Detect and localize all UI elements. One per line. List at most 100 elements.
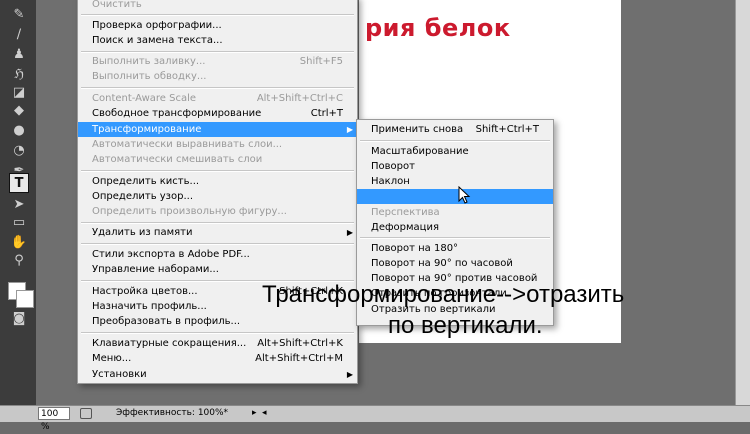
eraser-icon[interactable]: ◪ <box>9 82 29 102</box>
menu-separator <box>81 222 354 224</box>
edit-menu-item-4: Выполнить обводку... <box>78 69 357 84</box>
tools-panel: ✎ ∕ ♟ ℌ ◪ ◆ ● ◔ ✒ T ➤ ▭ ✋ ⚲ ◙ <box>0 0 37 405</box>
menu-item-label: Определить произвольную фигуру... <box>92 206 287 217</box>
menu-item-label: Выполнить заливку... <box>92 56 206 67</box>
menu-item-label: Выполнить обводку... <box>92 71 207 82</box>
menu-item-label: Наклон <box>371 176 410 187</box>
status-bar: 100 % Эффективность: 100%* ▸ ◂ <box>0 405 750 432</box>
caption-line-1: Трансформирование-->отразить <box>262 281 625 308</box>
menu-separator <box>81 87 354 89</box>
edit-menu-item-15[interactable]: Управление наборами... <box>78 262 357 277</box>
edit-menu-item-1[interactable]: Проверка орфографии... <box>78 18 357 33</box>
menu-item-label: Автоматически смешивать слои <box>92 154 263 165</box>
submenu-arrow-icon: ▶ <box>346 228 353 237</box>
edit-menu-item-12: Определить произвольную фигуру... <box>78 204 357 219</box>
background-color-swatch[interactable] <box>16 290 34 308</box>
menu-separator <box>81 51 354 53</box>
transform-submenu-item-5: Перспектива <box>357 205 553 220</box>
transform-submenu-item-4[interactable] <box>357 189 553 204</box>
scroll-left-icon[interactable]: ◂ <box>262 408 267 418</box>
edit-menu-item-21[interactable]: Установки ▶ <box>78 367 357 382</box>
edit-menu-item-19[interactable]: Клавиатурные сокращения... Alt+Shift+Ctrl… <box>78 336 357 351</box>
menu-item-label: Трансформирование <box>92 124 202 135</box>
canvas-title-text: рия белок <box>365 14 511 42</box>
shape-icon[interactable]: ▭ <box>9 212 29 232</box>
menu-item-shortcut: Ctrl+T <box>310 108 343 119</box>
menu-item-label: Поиск и замена текста... <box>92 35 223 46</box>
brush-icon[interactable]: ∕ <box>9 24 29 44</box>
transform-submenu-item-1[interactable]: Масштабирование <box>357 144 553 159</box>
menu-separator <box>81 170 354 172</box>
menu-item-label: Преобразовать в профиль... <box>92 316 241 327</box>
menu-item-label: Масштабирование <box>371 146 469 157</box>
history-brush-icon[interactable]: ℌ <box>9 64 29 84</box>
submenu-arrow-icon: ▶ <box>346 370 353 379</box>
quick-mask-icon[interactable]: ◙ <box>9 308 29 328</box>
menu-item-label: Поворот на 90° по часовой <box>371 258 513 269</box>
edit-menu-item-0: Очистить <box>78 0 357 12</box>
menu-separator <box>81 243 354 245</box>
menu-separator <box>81 332 354 334</box>
menu-item-label: Управление наборами... <box>92 264 219 275</box>
edit-menu-item-3: Выполнить заливку... Shift+F5 <box>78 54 357 69</box>
menu-item-label: Стили экспорта в Adobe PDF... <box>92 249 250 260</box>
type-icon[interactable]: T <box>9 173 29 193</box>
menu-item-shortcut: Shift+Ctrl+T <box>475 124 539 135</box>
edit-menu-item-14[interactable]: Стили экспорта в Adobe PDF... <box>78 247 357 262</box>
edit-menu-item-10[interactable]: Определить кисть... <box>78 174 357 189</box>
menu-item-label: Content-Aware Scale <box>92 93 197 104</box>
transform-submenu-item-6[interactable]: Деформация <box>357 220 553 235</box>
edit-menu-item-11[interactable]: Определить узор... <box>78 189 357 204</box>
transform-submenu-item-0[interactable]: Применить снова Shift+Ctrl+T <box>357 122 553 137</box>
mouse-cursor-icon <box>458 186 471 204</box>
menu-item-label: Установки <box>92 369 147 380</box>
menu-item-shortcut: Shift+F5 <box>299 56 343 67</box>
menu-separator <box>81 14 354 16</box>
menu-item-label: Клавиатурные сокращения... <box>92 338 247 349</box>
stamp-icon[interactable]: ♟ <box>9 44 29 64</box>
hand-icon[interactable]: ✋ <box>9 232 29 252</box>
menu-item-label: Поворот на 180° <box>371 243 459 254</box>
menu-item-label: Автоматически выравнивать слои... <box>92 139 283 150</box>
bucket-icon[interactable]: ◆ <box>9 100 29 120</box>
status-menu-arrow-icon[interactable]: ▸ <box>252 408 257 418</box>
menu-item-label: Перспектива <box>371 207 440 218</box>
menu-item-label: Настройка цветов... <box>92 286 198 297</box>
edit-menu-item-6[interactable]: Свободное трансформирование Ctrl+T <box>78 106 357 121</box>
dodge-icon[interactable]: ● <box>9 120 29 140</box>
edit-menu-item-20[interactable]: Меню... Alt+Shift+Ctrl+M <box>78 351 357 366</box>
transform-submenu-item-7[interactable]: Поворот на 180° <box>357 241 553 256</box>
menu-item-label: Определить узор... <box>92 191 194 202</box>
menu-separator <box>360 237 550 239</box>
edit-menu-item-2[interactable]: Поиск и замена текста... <box>78 33 357 48</box>
transform-submenu-item-2[interactable]: Поворот <box>357 159 553 174</box>
menu-item-shortcut: Alt+Shift+Ctrl+M <box>255 353 343 364</box>
zoom-field[interactable]: 100 % <box>38 407 70 432</box>
info-icon[interactable] <box>80 408 92 419</box>
edit-menu-item-18[interactable]: Преобразовать в профиль... <box>78 314 357 329</box>
transform-submenu-item-3[interactable]: Наклон <box>357 174 553 189</box>
menu-item-label: Проверка орфографии... <box>92 20 222 31</box>
edit-menu-item-5: Content-Aware Scale Alt+Shift+Ctrl+C <box>78 91 357 106</box>
efficiency-text: Эффективность: 100%* <box>116 408 229 418</box>
menu-item-shortcut: Alt+Shift+Ctrl+C <box>256 93 343 104</box>
menu-item-label: Свободное трансформирование <box>92 108 262 119</box>
submenu-arrow-icon: ▶ <box>346 125 353 134</box>
edit-menu-item-13[interactable]: Удалить из памяти ▶ <box>78 225 357 240</box>
menu-item-label: Удалить из памяти <box>92 227 193 238</box>
menu-separator <box>360 140 550 142</box>
burn-icon[interactable]: ◔ <box>9 140 29 160</box>
menu-item-label: Поворот <box>371 161 415 172</box>
edit-menu-item-9: Автоматически смешивать слои <box>78 152 357 167</box>
menu-item-label: Очистить <box>92 0 142 10</box>
menu-item-label: Определить кисть... <box>92 176 200 187</box>
healing-brush-icon[interactable]: ✎ <box>9 4 29 24</box>
caption-line-2: по вертикали. <box>388 312 543 339</box>
transform-submenu-item-8[interactable]: Поворот на 90° по часовой <box>357 256 553 271</box>
menu-item-label: Меню... <box>92 353 132 364</box>
menu-item-shortcut: Alt+Shift+Ctrl+K <box>257 338 343 349</box>
edit-menu-item-7[interactable]: Трансформирование ▶ <box>78 122 357 137</box>
vertical-scrollbar[interactable] <box>735 0 750 405</box>
zoom-icon[interactable]: ⚲ <box>9 250 29 270</box>
path-select-icon[interactable]: ➤ <box>9 194 29 214</box>
